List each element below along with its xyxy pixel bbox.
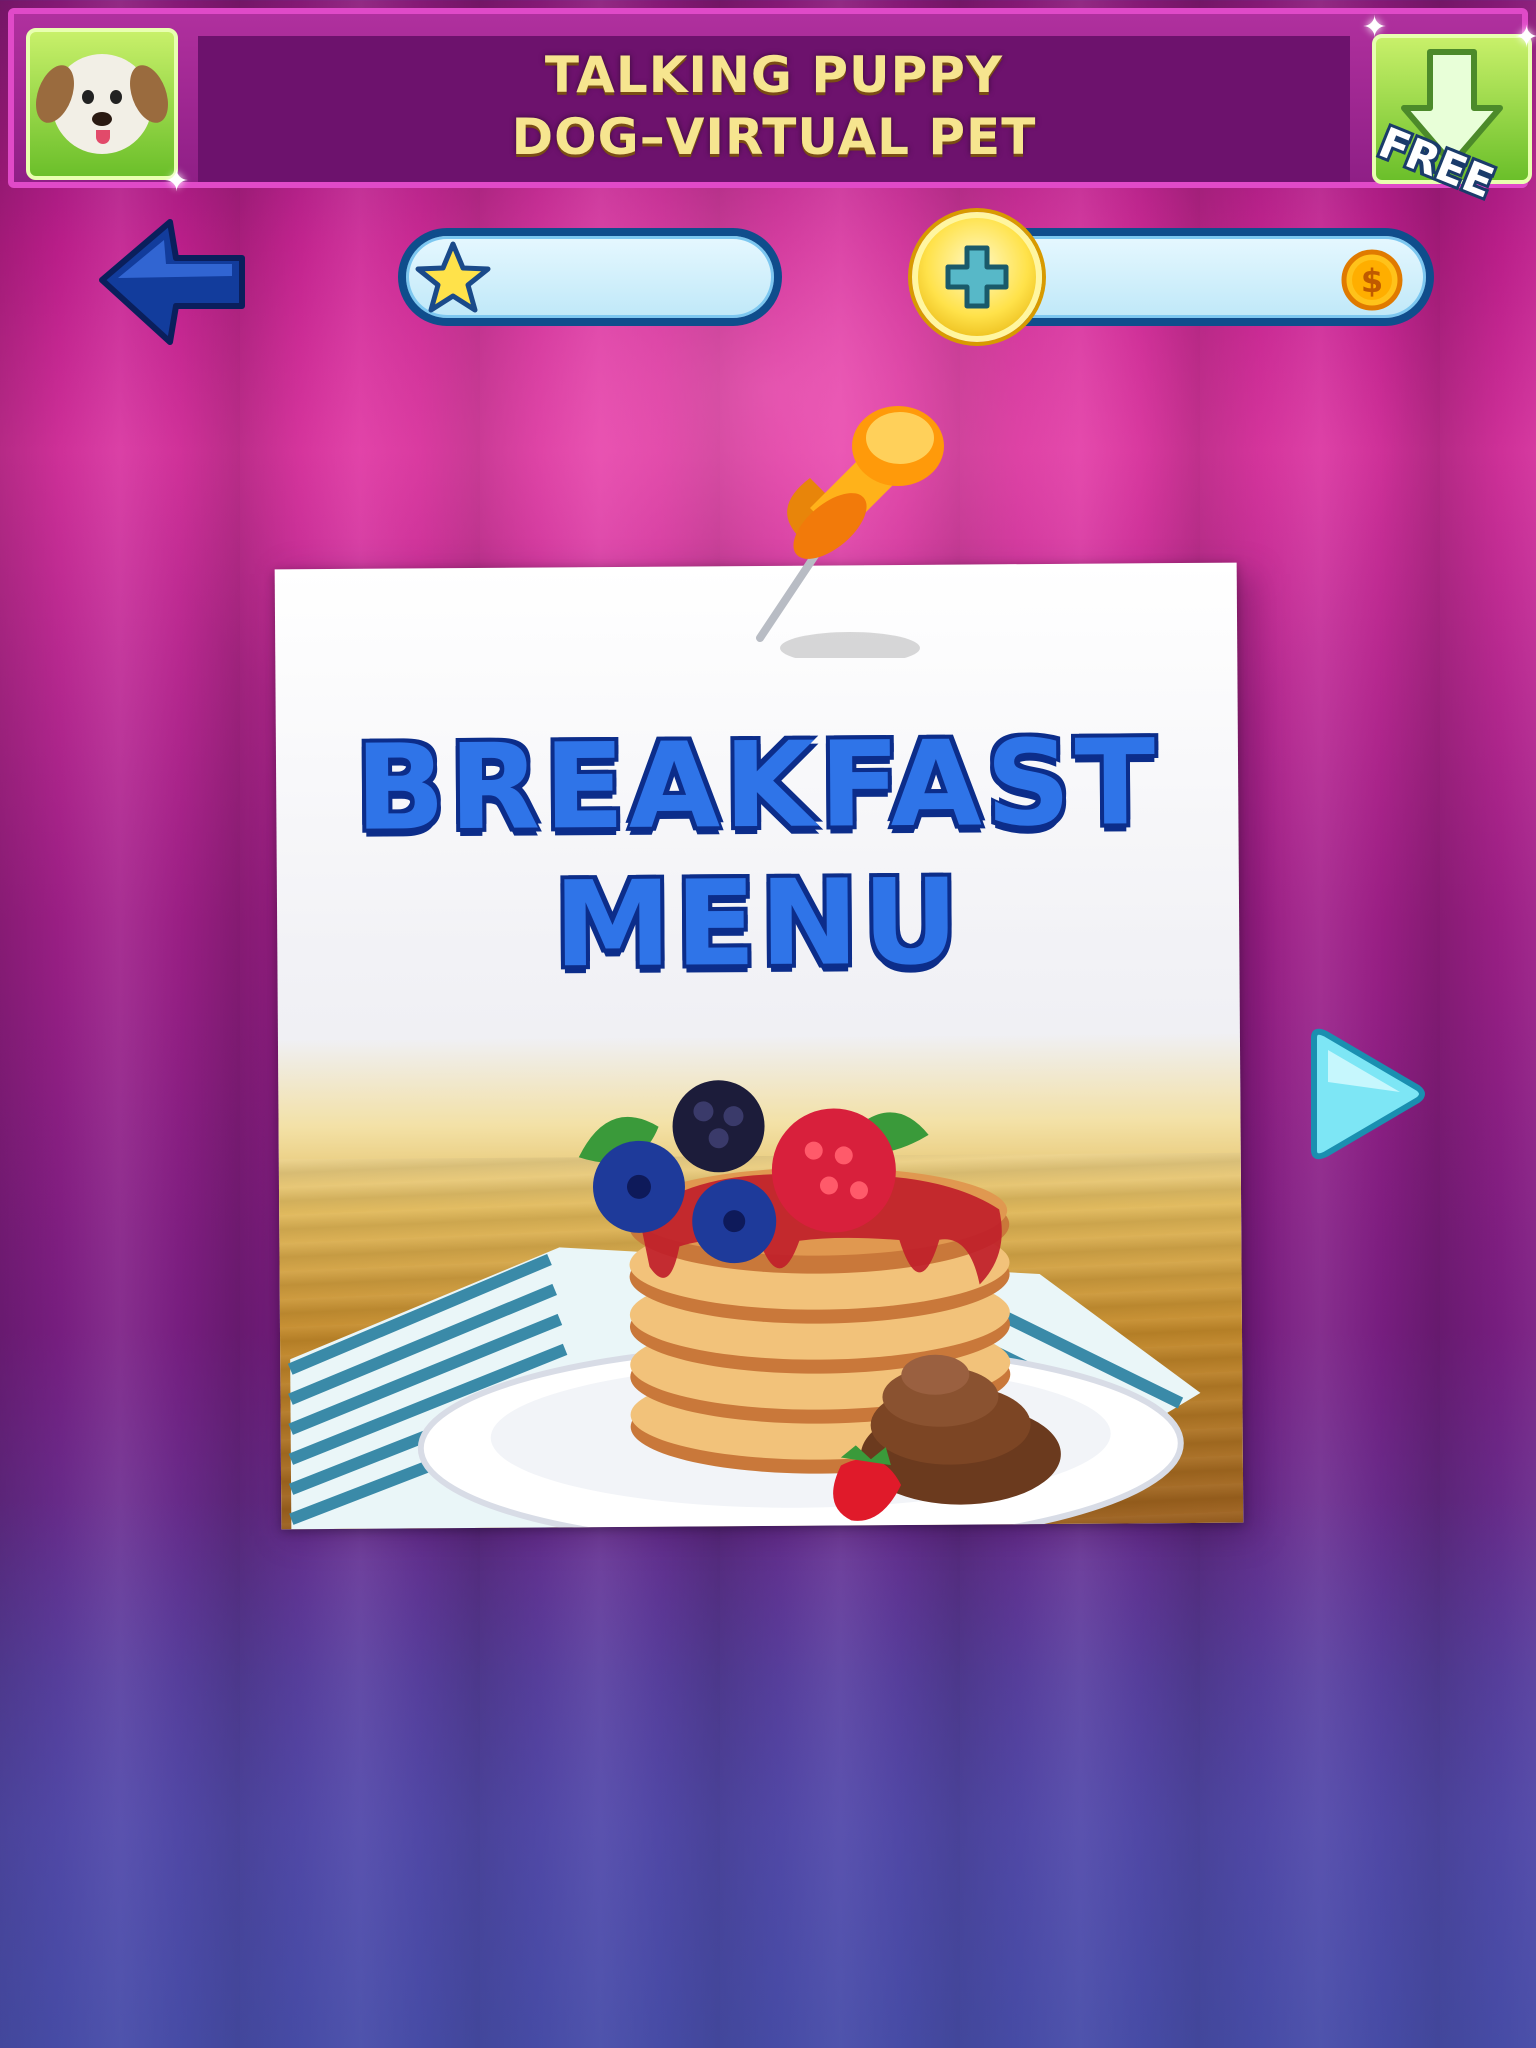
sparkle: ✦ <box>1514 20 1536 55</box>
push-pin-icon <box>756 406 944 658</box>
next-arrow-icon <box>1311 1028 1425 1160</box>
puppy-eye-right <box>110 90 122 104</box>
puppy-ear-left <box>28 59 82 129</box>
puppy-icon[interactable] <box>26 28 178 180</box>
back-button[interactable] <box>92 218 252 348</box>
next-button[interactable] <box>1300 1024 1430 1168</box>
puppy-eye-left <box>82 90 94 104</box>
menu-title: BREAKFAST MENU <box>276 713 1240 996</box>
sparkle: ✦ <box>164 164 190 199</box>
menu-title-line1: BREAKFAST <box>354 713 1160 857</box>
menu-title-line2: MENU <box>553 852 963 994</box>
plus-icon <box>945 245 1009 309</box>
back-arrow-icon <box>99 219 245 345</box>
breakfast-menu-card[interactable]: BREAKFAST MENU <box>274 562 1244 1530</box>
puppy-ear-right <box>122 59 176 129</box>
ad-banner[interactable]: TALKING PUPPY DOG–VIRTUAL PET FREE ✦ ✦ ✦ <box>8 8 1536 207</box>
star-icon <box>415 241 491 313</box>
puppy-nose <box>92 112 112 126</box>
dollar-coin-icon: $ <box>1341 249 1403 311</box>
puppy-tongue <box>96 130 110 144</box>
floor-glow <box>0 1500 1536 2048</box>
add-coins-button[interactable] <box>912 212 1042 342</box>
ad-title[interactable]: TALKING PUPPY DOG–VIRTUAL PET <box>198 44 1350 168</box>
stars-counter <box>398 228 782 326</box>
ad-title-line2: DOG–VIRTUAL PET <box>511 108 1037 166</box>
svg-text:$: $ <box>1361 262 1383 300</box>
ad-title-line1: TALKING PUPPY <box>544 46 1004 104</box>
sparkle: ✦ <box>1362 10 1388 45</box>
puppy-face <box>28 54 176 154</box>
pancakes-image <box>287 1080 1201 1530</box>
